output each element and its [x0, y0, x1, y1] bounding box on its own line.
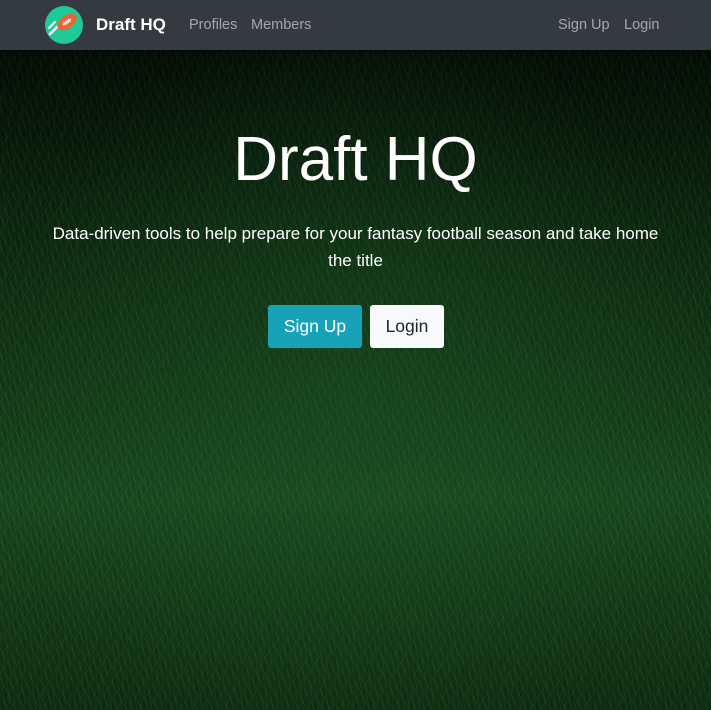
nav-link-login[interactable]: Login: [624, 0, 659, 50]
brand-link[interactable]: Draft HQ: [45, 6, 166, 44]
sign-up-button[interactable]: Sign Up: [268, 305, 362, 348]
nav-link-profiles[interactable]: Profiles: [189, 0, 237, 50]
brand-name: Draft HQ: [96, 15, 166, 34]
grass-background-image: [0, 0, 711, 710]
navbar: Draft HQ Profiles Members Sign Up Login: [0, 0, 711, 50]
nav-link-sign-up[interactable]: Sign Up: [558, 0, 610, 50]
login-button[interactable]: Login: [370, 305, 444, 348]
nav-link-members[interactable]: Members: [251, 0, 311, 50]
hero-title: Draft HQ: [233, 125, 478, 194]
football-icon: [45, 6, 83, 44]
hero-tagline: Data-driven tools to help prepare for yo…: [52, 224, 659, 270]
page: Draft HQ Profiles Members Sign Up Login …: [0, 0, 711, 710]
